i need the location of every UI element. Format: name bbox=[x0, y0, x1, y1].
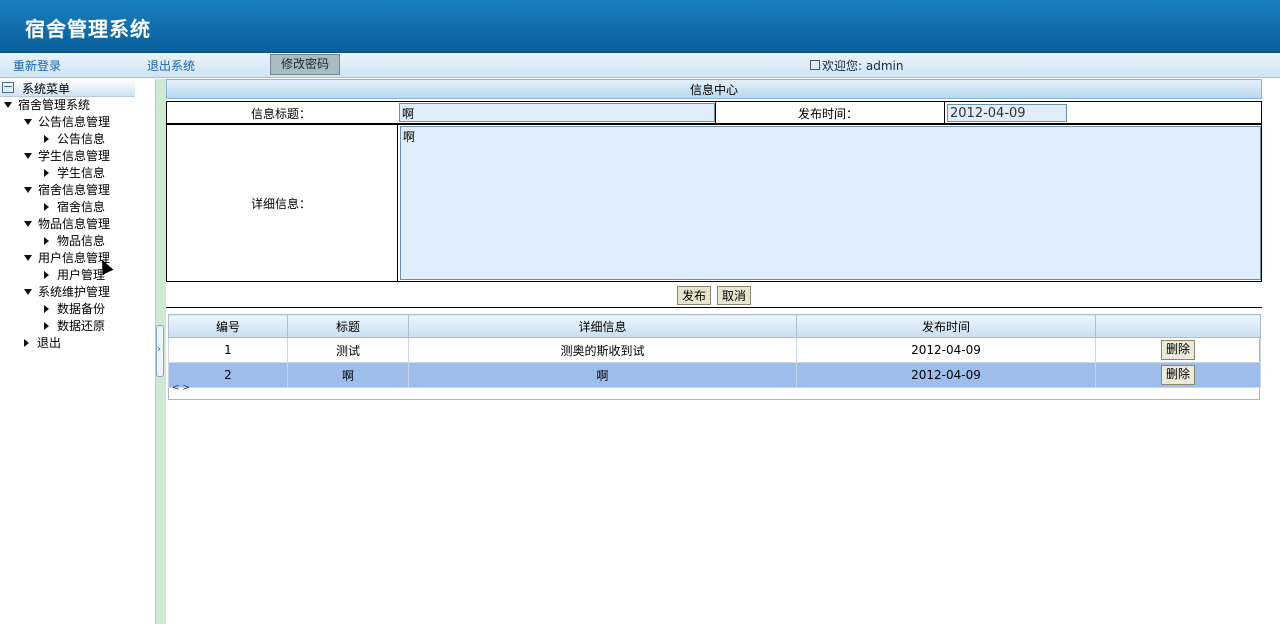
app-header: 宿舍管理系统 bbox=[0, 0, 1280, 53]
cell-id: 1 bbox=[168, 337, 288, 363]
sidebar-splitter[interactable]: › bbox=[155, 79, 166, 624]
expand-icon bbox=[4, 102, 12, 108]
welcome-text: 欢迎您: admin bbox=[810, 57, 903, 74]
leaf-icon bbox=[44, 203, 49, 211]
welcome-label: 欢迎您: admin bbox=[822, 59, 904, 73]
menu-header: 系统菜单 bbox=[0, 79, 135, 97]
column-header-detail[interactable]: 详细信息 bbox=[408, 314, 797, 338]
tree-group-label: 公告信息管理 bbox=[38, 115, 111, 129]
table-row-selected[interactable]: 2 啊 啊 2012-04-09 删除 bbox=[168, 362, 1261, 388]
leaf-icon bbox=[44, 169, 49, 177]
tree-group-student[interactable]: 学生信息管理 bbox=[24, 147, 110, 164]
column-header-time[interactable]: 发布时间 bbox=[796, 314, 1096, 338]
tree-item-backup[interactable]: 数据备份 bbox=[44, 300, 105, 317]
tree-item-label: 数据还原 bbox=[57, 319, 106, 333]
notice-grid: 编号 标题 详细信息 发布时间 1 测试 测奥的斯收到试 2012-04-09 … bbox=[168, 314, 1261, 400]
user-icon bbox=[810, 60, 820, 70]
delete-button[interactable]: 删除 bbox=[1161, 340, 1195, 360]
tree-item-user[interactable]: 用户管理 bbox=[44, 266, 105, 283]
tree-item-label: 用户管理 bbox=[57, 268, 106, 282]
tree-item-label: 数据备份 bbox=[57, 302, 106, 316]
tree-group-system[interactable]: 系统维护管理 bbox=[24, 283, 110, 300]
tree-item-restore[interactable]: 数据还原 bbox=[44, 317, 105, 334]
cancel-button[interactable]: 取消 bbox=[717, 286, 751, 305]
cell-detail: 啊 bbox=[408, 362, 797, 388]
time-input[interactable]: 2012-04-09 bbox=[947, 104, 1067, 122]
tree-item-dorm[interactable]: 宿舍信息 bbox=[44, 198, 105, 215]
logout-link[interactable]: 退出系统 bbox=[147, 57, 195, 74]
publish-button[interactable]: 发布 bbox=[677, 286, 711, 305]
column-header-id[interactable]: 编号 bbox=[168, 314, 288, 338]
cell-divider bbox=[715, 102, 716, 123]
app-title: 宿舍管理系统 bbox=[25, 17, 151, 41]
detail-textarea[interactable]: 啊 bbox=[400, 126, 1261, 280]
leaf-icon bbox=[44, 305, 49, 313]
tree-item-exit[interactable]: 退出 bbox=[24, 334, 61, 351]
tree-group-label: 学生信息管理 bbox=[38, 149, 111, 163]
tree-root[interactable]: 宿舍管理系统 bbox=[4, 96, 90, 113]
leaf-icon bbox=[24, 339, 29, 347]
tree-item-label: 公告信息 bbox=[57, 132, 106, 146]
main-content: 信息中心 信息标题： 啊 发布时间： 2012-04-09 详细信息： 啊 发布… bbox=[166, 79, 1262, 624]
cell-divider bbox=[944, 102, 945, 123]
detail-label: 详细信息： bbox=[251, 197, 312, 211]
column-header-title[interactable]: 标题 bbox=[287, 314, 409, 338]
collapse-handle[interactable]: › bbox=[156, 325, 164, 377]
leaf-icon bbox=[44, 237, 49, 245]
tree-group-notice[interactable]: 公告信息管理 bbox=[24, 113, 110, 130]
cell-time: 2012-04-09 bbox=[796, 337, 1096, 363]
expand-icon bbox=[24, 153, 32, 159]
column-header-action bbox=[1095, 314, 1261, 338]
expand-icon bbox=[24, 289, 32, 295]
cell-title: 测试 bbox=[287, 337, 409, 363]
notice-table: 编号 标题 详细信息 发布时间 1 测试 测奥的斯收到试 2012-04-09 … bbox=[168, 314, 1261, 388]
cell-time: 2012-04-09 bbox=[796, 362, 1096, 388]
tree-item-label: 宿舍信息 bbox=[57, 200, 106, 214]
relogin-link[interactable]: 重新登录 bbox=[13, 57, 61, 74]
divider bbox=[166, 307, 1262, 308]
leaf-icon bbox=[44, 135, 49, 143]
time-label: 发布时间： bbox=[798, 107, 859, 121]
tree-item-label: 退出 bbox=[37, 336, 62, 350]
menu-icon bbox=[2, 82, 14, 93]
tree-root-label: 宿舍管理系统 bbox=[18, 98, 91, 112]
form-row-title: 信息标题： 啊 发布时间： 2012-04-09 bbox=[166, 101, 1262, 124]
cell-title: 啊 bbox=[287, 362, 409, 388]
expand-icon bbox=[24, 119, 32, 125]
form-title: 信息中心 bbox=[166, 79, 1262, 99]
table-row[interactable]: 1 测试 测奥的斯收到试 2012-04-09 删除 bbox=[168, 337, 1261, 363]
tree-group-dorm[interactable]: 宿舍信息管理 bbox=[24, 181, 110, 198]
expand-icon bbox=[24, 255, 32, 261]
cell-detail: 测奥的斯收到试 bbox=[408, 337, 797, 363]
chevron-right-icon: › bbox=[157, 344, 161, 355]
tree-group-label: 系统维护管理 bbox=[38, 285, 111, 299]
tree-item-goods[interactable]: 物品信息 bbox=[44, 232, 105, 249]
menu-title: 系统菜单 bbox=[22, 82, 71, 96]
tree-group-label: 宿舍信息管理 bbox=[38, 183, 111, 197]
tree-item-label: 学生信息 bbox=[57, 166, 106, 180]
change-password-button[interactable]: 修改密码 bbox=[270, 54, 340, 75]
delete-button[interactable]: 删除 bbox=[1161, 365, 1195, 385]
tree-item-student[interactable]: 学生信息 bbox=[44, 164, 105, 181]
leaf-icon bbox=[44, 271, 49, 279]
tree-item-label: 物品信息 bbox=[57, 234, 106, 248]
title-label: 信息标题： bbox=[251, 107, 312, 121]
title-input[interactable]: 啊 bbox=[399, 103, 715, 122]
tree-item-notice[interactable]: 公告信息 bbox=[44, 130, 105, 147]
cell-action: 删除 bbox=[1095, 337, 1261, 363]
table-header-row: 编号 标题 详细信息 发布时间 bbox=[168, 314, 1261, 338]
tree-group-goods[interactable]: 物品信息管理 bbox=[24, 215, 110, 232]
form-row-detail: 详细信息： 啊 bbox=[166, 124, 1262, 282]
leaf-icon bbox=[44, 322, 49, 330]
cell-action: 删除 bbox=[1095, 362, 1261, 388]
sidebar-menu: 系统菜单 宿舍管理系统 公告信息管理 公告信息 学生信息管理 学生信息 宿舍信息… bbox=[0, 79, 155, 624]
tree-group-label: 物品信息管理 bbox=[38, 217, 111, 231]
top-toolbar: 重新登录 退出系统 修改密码 欢迎您: admin bbox=[0, 53, 1280, 78]
cell-divider bbox=[397, 125, 398, 281]
expand-icon bbox=[24, 221, 32, 227]
pager[interactable]: < > bbox=[172, 383, 190, 393]
expand-icon bbox=[24, 187, 32, 193]
